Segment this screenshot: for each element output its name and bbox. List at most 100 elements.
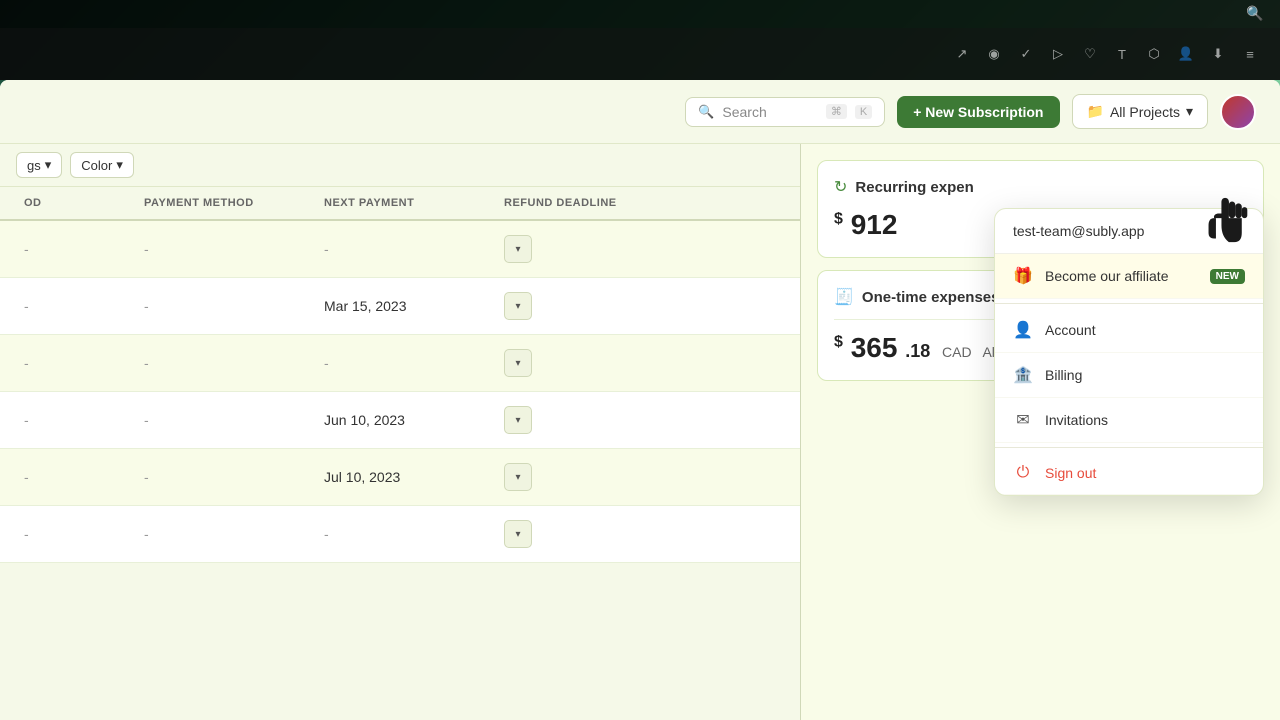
table-row: - - Mar 15, 2023 ▾	[0, 278, 800, 335]
cell-payment-2: -	[136, 284, 316, 328]
cell-next-5: Jul 10, 2023	[316, 455, 496, 499]
os-titlebar: ↗ ◉ ✓ ▷ ♡ T ⬡ 👤 ⬇ ≡	[0, 28, 1280, 80]
cube-icon[interactable]: ⬡	[1144, 44, 1164, 64]
gift-icon: 🎁	[1013, 266, 1033, 286]
all-projects-label: All Projects	[1110, 104, 1180, 120]
cell-od-6: -	[16, 512, 136, 556]
search-box[interactable]: 🔍 Search ⌘ K	[685, 97, 885, 127]
table-container: OD PAYMENT METHOD NEXT PAYMENT REFUND DE…	[0, 187, 800, 720]
camera-icon[interactable]: ◉	[984, 44, 1004, 64]
cell-refund-2: ▾	[496, 278, 676, 334]
invitations-label: Invitations	[1045, 412, 1108, 428]
recurring-amount-whole: 912	[851, 209, 898, 240]
app-window: 🔍 Search ⌘ K + New Subscription 📁 All Pr…	[0, 80, 1280, 720]
billing-icon: 🏦	[1013, 365, 1033, 385]
search-icon: 🔍	[698, 104, 714, 120]
col-header-od: OD	[16, 187, 136, 219]
cell-next-2: Mar 15, 2023	[316, 284, 496, 328]
row-dropdown-1[interactable]: ▾	[504, 235, 532, 263]
table-row: - - - ▾	[0, 335, 800, 392]
billing-label: Billing	[1045, 367, 1082, 383]
table-row: - - Jul 10, 2023 ▾	[0, 449, 800, 506]
dropdown-email: test-team@subly.app	[995, 209, 1263, 254]
onetime-card-title: One-time expenses	[862, 289, 1000, 306]
cell-payment-5: -	[136, 455, 316, 499]
search-shortcut-key: K	[855, 105, 872, 119]
row-dropdown-4[interactable]: ▾	[504, 406, 532, 434]
cell-next-3: -	[316, 341, 496, 385]
hamburger-menu-icon[interactable]: ≡	[1240, 44, 1260, 64]
row-dropdown-6[interactable]: ▾	[504, 520, 532, 548]
action-bar: 🔍 Search ⌘ K + New Subscription 📁 All Pr…	[0, 80, 1280, 144]
account-label: Account	[1045, 322, 1096, 338]
chevron-down-icon: ▾	[1186, 103, 1193, 120]
recurring-card-title: Recurring expen	[855, 179, 973, 196]
power-icon: ⏻	[1013, 464, 1033, 482]
search-placeholder: Search	[722, 104, 817, 120]
user-dropdown-menu: test-team@subly.app 🎁 Become our affilia…	[994, 208, 1264, 496]
onetime-currency-code: CAD	[942, 344, 972, 360]
affiliate-label: Become our affiliate	[1045, 268, 1168, 284]
cell-payment-1: -	[136, 227, 316, 271]
search-shortcut-modifier: ⌘	[826, 104, 847, 119]
share-icon[interactable]: ↗	[952, 44, 972, 64]
download-icon[interactable]: ⬇	[1208, 44, 1228, 64]
cell-refund-1: ▾	[496, 221, 676, 277]
cell-refund-6: ▾	[496, 506, 676, 562]
main-content: gs ▾ Color ▾ OD PAYMENT METHOD NEXT PAYM…	[0, 144, 1280, 720]
text-icon[interactable]: T	[1112, 44, 1132, 64]
recurring-currency-symbol: $	[834, 211, 843, 228]
receipt-icon: 🧾	[834, 287, 854, 307]
table-row: - - Jun 10, 2023 ▾	[0, 392, 800, 449]
dropdown-item-billing[interactable]: 🏦 Billing	[995, 353, 1263, 398]
dropdown-item-account[interactable]: 👤 Account	[995, 308, 1263, 353]
cell-od-4: -	[16, 398, 136, 442]
envelope-icon: ✉	[1013, 410, 1033, 430]
cell-next-1: -	[316, 227, 496, 271]
avatar-button[interactable]	[1220, 94, 1256, 130]
filter-gs-button[interactable]: gs ▾	[16, 152, 62, 178]
check-circle-icon[interactable]: ✓	[1016, 44, 1036, 64]
user-icon[interactable]: 👤	[1176, 44, 1196, 64]
col-header-payment-method: PAYMENT METHOD	[136, 187, 316, 219]
play-icon[interactable]: ▷	[1048, 44, 1068, 64]
table-row: - - - ▾	[0, 221, 800, 278]
recurring-icon: ↻	[834, 177, 847, 197]
new-subscription-button[interactable]: + New Subscription	[897, 96, 1059, 128]
filter-gs-label: gs	[27, 158, 41, 173]
onetime-amount-whole: 365	[851, 332, 898, 363]
onetime-currency-symbol: $	[834, 334, 843, 351]
cell-od-5: -	[16, 455, 136, 499]
cell-payment-6: -	[136, 512, 316, 556]
folder-icon: 📁	[1087, 103, 1104, 120]
filter-color-label: Color	[81, 158, 112, 173]
cell-next-6: -	[316, 512, 496, 556]
os-search-icon[interactable]: 🔍	[1246, 5, 1264, 23]
table-row: - - - ▾	[0, 506, 800, 563]
row-dropdown-5[interactable]: ▾	[504, 463, 532, 491]
cell-next-4: Jun 10, 2023	[316, 398, 496, 442]
cell-refund-4: ▾	[496, 392, 676, 448]
dropdown-item-affiliate[interactable]: 🎁 Become our affiliate NEW	[995, 254, 1263, 299]
table-header: OD PAYMENT METHOD NEXT PAYMENT REFUND DE…	[0, 187, 800, 221]
cell-od-2: -	[16, 284, 136, 328]
cell-refund-5: ▾	[496, 449, 676, 505]
col-header-refund-deadline: REFUND DEADLINE	[496, 187, 676, 219]
cell-payment-3: -	[136, 341, 316, 385]
cell-od-3: -	[16, 341, 136, 385]
heart-icon[interactable]: ♡	[1080, 44, 1100, 64]
new-badge: NEW	[1210, 269, 1245, 284]
all-projects-button[interactable]: 📁 All Projects ▾	[1072, 94, 1209, 129]
os-menu-bar: 🔍	[0, 0, 1280, 28]
dropdown-divider-1	[995, 303, 1263, 304]
filter-gs-chevron-icon: ▾	[45, 157, 52, 173]
filter-color-button[interactable]: Color ▾	[70, 152, 134, 178]
cell-od-1: -	[16, 227, 136, 271]
recurring-card-header: ↻ Recurring expen	[834, 177, 1247, 197]
row-dropdown-3[interactable]: ▾	[504, 349, 532, 377]
col-header-next-payment: NEXT PAYMENT	[316, 187, 496, 219]
dropdown-item-signout[interactable]: ⏻ Sign out	[995, 452, 1263, 495]
filter-color-chevron-icon: ▾	[116, 157, 123, 173]
row-dropdown-2[interactable]: ▾	[504, 292, 532, 320]
dropdown-item-invitations[interactable]: ✉ Invitations	[995, 398, 1263, 443]
